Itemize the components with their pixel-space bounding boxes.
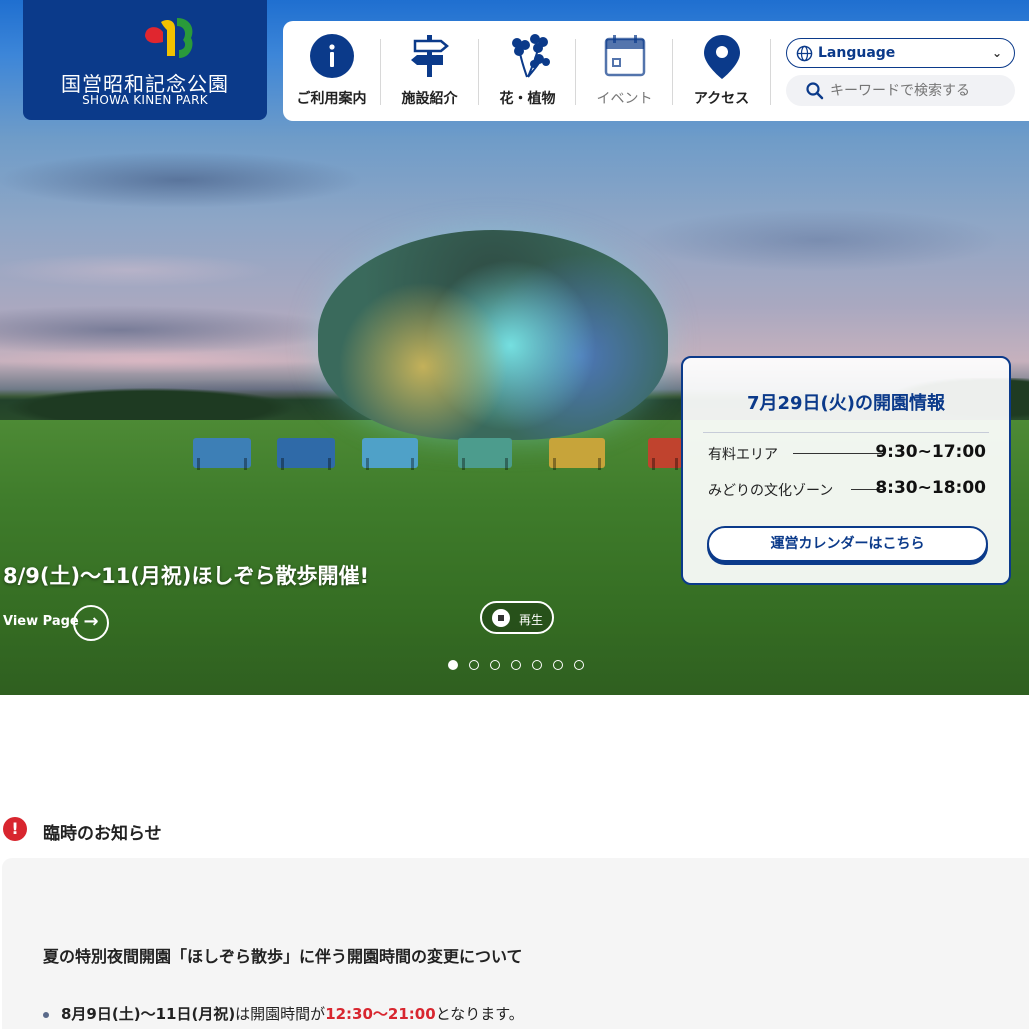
arrow-right-icon: → (73, 605, 109, 641)
area-name: 有料エリア (708, 447, 778, 463)
nav-divider (770, 39, 771, 105)
bench (458, 438, 512, 470)
calendar-button[interactable]: 運営カレンダーはこちら (707, 526, 988, 562)
logo-english: SHOWA KINEN PARK (82, 93, 208, 107)
play-label: 再生 (519, 613, 544, 627)
nav-item-guide[interactable]: ご利用案内 (283, 21, 380, 121)
opening-info-title: 7月29日(火)の開園情報 (746, 393, 946, 414)
bench (549, 438, 605, 470)
area-hours: 8:30~18:00 (875, 478, 986, 498)
globe-icon (796, 45, 813, 62)
global-nav: ご利用案内 施設紹介 花・植物 イベント アクセス Language ⌄ キーワ… (283, 21, 1029, 121)
leader-line (793, 453, 883, 454)
flower-icon (512, 34, 550, 78)
nav-item-access[interactable]: アクセス (673, 21, 770, 121)
illuminated-tree (318, 230, 668, 440)
alert-icon: ! (3, 817, 27, 841)
hours-row: みどりの文化ゾーン 8:30~18:00 (708, 478, 986, 500)
area-hours: 9:30~17:00 (875, 442, 986, 462)
search-box[interactable] (786, 75, 1015, 106)
bench (193, 438, 251, 470)
nav-label: イベント (596, 91, 653, 107)
notice-dates: 8月9日(土)～11日(月祝) (61, 1005, 236, 1023)
slide-dot[interactable] (490, 660, 500, 670)
bench (362, 438, 418, 470)
language-select[interactable]: Language ⌄ (786, 38, 1015, 68)
area-name: みどりの文化ゾーン (708, 483, 834, 499)
nav-item-facilities[interactable]: 施設紹介 (381, 21, 478, 121)
info-icon (310, 34, 354, 78)
bench (648, 438, 682, 470)
language-label: Language (818, 45, 896, 61)
search-icon (806, 82, 824, 100)
slide-dot[interactable] (553, 660, 563, 670)
bench (277, 438, 335, 470)
stop-icon (492, 609, 510, 627)
nav-item-flowers[interactable]: 花・植物 (479, 21, 576, 121)
nav-label: アクセス (693, 91, 750, 107)
search-input[interactable] (830, 80, 1010, 102)
notice-title[interactable]: 夏の特別夜間開園「ほしぞら散歩」に伴う開園時間の変更について (43, 943, 523, 967)
signpost-icon (411, 35, 449, 77)
nav-item-events[interactable]: イベント (576, 21, 673, 121)
park-logo-icon (145, 18, 193, 58)
nav-label: 花・植物 (499, 91, 556, 107)
hours-row: 有料エリア 9:30~17:00 (708, 442, 986, 464)
notice-hours: 12:30～21:00 (325, 1005, 436, 1023)
notice-text-end: となります。 (435, 1005, 524, 1023)
view-page-label: View Page (3, 614, 79, 629)
slide-dot[interactable] (532, 660, 542, 670)
nav-label: ご利用案内 (296, 91, 367, 107)
site-logo[interactable]: 国営昭和記念公園 SHOWA KINEN PARK (23, 0, 267, 120)
slide-dot[interactable] (469, 660, 479, 670)
map-pin-icon (704, 35, 740, 79)
divider (703, 432, 989, 433)
nav-label: 施設紹介 (401, 91, 458, 107)
slide-dot[interactable] (448, 660, 458, 670)
notice-item: 8月9日(土)～11日(月祝)は開園時間が12:30～21:00となります。 (43, 1003, 524, 1024)
slide-dot[interactable] (511, 660, 521, 670)
play-button[interactable]: 再生 (480, 601, 554, 634)
calendar-icon (604, 35, 646, 77)
notice-heading-label: 臨時のお知らせ (43, 824, 162, 844)
notice-text: は開園時間が (235, 1005, 326, 1023)
chevron-down-icon: ⌄ (991, 46, 1002, 60)
bullet (43, 1011, 49, 1018)
notice-panel: 夏の特別夜間開園「ほしぞら散歩」に伴う開園時間の変更について 8月9日(土)～1… (2, 858, 1029, 1029)
hero-caption[interactable]: 8/9(土)～11(月祝)ほしぞら散歩開催! (3, 560, 369, 590)
slide-dot[interactable] (574, 660, 584, 670)
opening-info-card: 7月29日(火)の開園情報 有料エリア 9:30~17:00 みどりの文化ゾーン… (681, 356, 1011, 585)
